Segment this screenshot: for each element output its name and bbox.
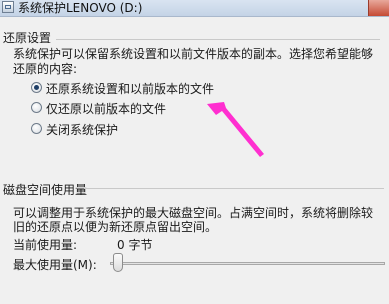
arrow-shape — [207, 102, 264, 157]
annotation-arrow — [207, 102, 264, 157]
